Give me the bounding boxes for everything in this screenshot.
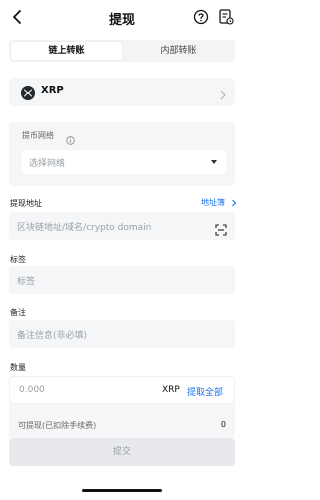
amount-section: 0.000 XRP 提取全部 可提现(已扣除手续费) 0 (9, 376, 235, 438)
caret-down-icon (211, 160, 217, 164)
network-label: 提币网络 (22, 131, 54, 140)
network-placeholder: 选择网络 (29, 159, 66, 169)
network-section: 提币网络 选择网络 (9, 122, 235, 186)
available-label: 可提现(已扣除手续费) (18, 421, 97, 430)
info-icon[interactable] (66, 130, 75, 145)
help-icon[interactable] (193, 9, 209, 25)
xrp-logo-icon (21, 85, 35, 100)
amount-label: 数量 (10, 363, 26, 372)
amount-input[interactable]: 0.000 XRP 提取全部 (9, 376, 235, 404)
transfer-tabs: 链上转账 内部转账 (9, 40, 235, 62)
tag-label: 标签 (10, 255, 26, 264)
tab-internal-transfer[interactable]: 内部转账 (124, 42, 233, 60)
address-book-link[interactable]: 地址簿 (201, 197, 237, 208)
address-label: 提现地址 (10, 199, 42, 208)
memo-input[interactable]: 备注信息(非必填) (9, 320, 235, 348)
network-select[interactable]: 选择网络 (22, 150, 226, 174)
memo-label: 备注 (10, 308, 26, 317)
scan-qr-icon[interactable] (215, 221, 227, 236)
chevron-right-blue-icon (231, 199, 236, 206)
tag-input[interactable]: 标签 (9, 266, 235, 294)
chevron-right-icon (219, 86, 227, 100)
home-indicator (82, 489, 162, 492)
coin-name: XRP (41, 85, 64, 96)
tag-placeholder: 标签 (17, 277, 36, 287)
available-value: 0 (220, 420, 226, 429)
address-book-label: 地址簿 (201, 198, 225, 207)
amount-unit: XRP (162, 385, 180, 395)
amount-placeholder: 0.000 (19, 385, 45, 395)
tab-onchain-transfer[interactable]: 链上转账 (11, 42, 122, 60)
address-placeholder: 区块链地址/域名/crypto domain (17, 223, 152, 233)
memo-placeholder: 备注信息(非必填) (17, 331, 88, 341)
submit-button[interactable]: 提交 (9, 438, 235, 466)
header-bar: 提现 (0, 0, 244, 34)
address-input[interactable]: 区块链地址/域名/crypto domain (9, 212, 235, 240)
record-icon[interactable] (218, 8, 234, 26)
coin-selector[interactable]: XRP (9, 78, 235, 106)
withdraw-all-button[interactable]: 提取全部 (187, 385, 223, 398)
